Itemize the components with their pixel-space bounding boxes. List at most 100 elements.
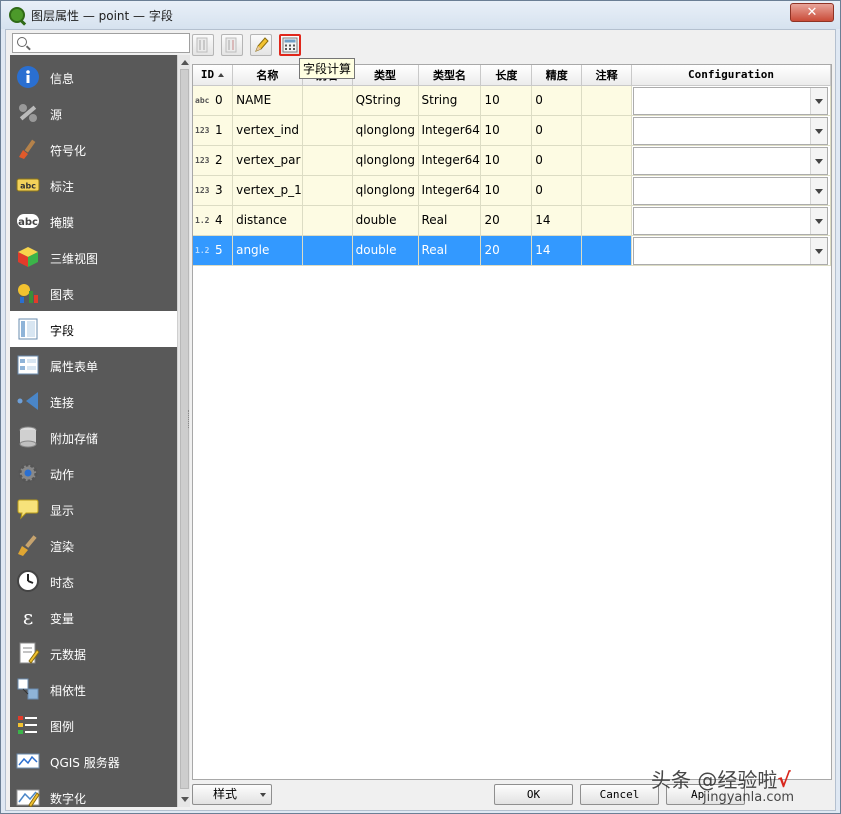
cell-type[interactable]: qlonglong — [352, 115, 419, 146]
cell-length[interactable]: 10 — [480, 145, 533, 176]
sidebar-item-17[interactable]: 相依性 — [10, 671, 177, 707]
sidebar-item-4[interactable]: abc 掩膜 — [10, 203, 177, 239]
cell-comment[interactable] — [581, 235, 633, 266]
cell-comment[interactable] — [581, 145, 633, 176]
cell-length[interactable]: 10 — [480, 175, 533, 206]
search-box[interactable] — [12, 33, 190, 53]
sidebar-item-12[interactable]: 显示 — [10, 491, 177, 527]
cell-alias[interactable] — [302, 85, 353, 116]
style-dropdown-button[interactable]: 样式 — [192, 784, 272, 805]
cell-type-name[interactable]: Integer64 — [418, 145, 482, 176]
cell-length[interactable]: 20 — [480, 205, 533, 236]
id-cell[interactable]: 1.2 5 — [193, 235, 234, 266]
cell-name[interactable]: angle — [232, 235, 303, 266]
sidebar-item-6[interactable]: 图表 — [10, 275, 177, 311]
cell-type-name[interactable]: Integer64 — [418, 115, 482, 146]
cell-type[interactable]: qlonglong — [352, 145, 419, 176]
cell-comment[interactable] — [581, 175, 633, 206]
delete-field-button[interactable] — [221, 34, 243, 56]
sidebar-scrollbar[interactable] — [177, 55, 190, 807]
cell-type[interactable]: QString — [352, 85, 419, 116]
toggle-editing-button[interactable] — [250, 34, 272, 56]
cell-type-name[interactable]: Real — [418, 205, 482, 236]
cell-precision[interactable]: 0 — [531, 175, 583, 206]
sidebar-item-18[interactable]: 图例 — [10, 707, 177, 743]
id-cell[interactable]: abc 0 — [193, 85, 234, 116]
cell-name[interactable]: vertex_ind — [232, 115, 303, 146]
column-header-5[interactable]: 长度 — [480, 65, 533, 86]
search-input[interactable] — [31, 35, 181, 51]
id-cell[interactable]: 123 1 — [193, 115, 234, 146]
sidebar-item-0[interactable]: 信息 — [10, 59, 177, 95]
chevron-down-icon[interactable] — [810, 237, 828, 264]
column-header-0[interactable]: ID — [193, 65, 234, 86]
column-header-1[interactable]: 名称 — [232, 65, 303, 86]
sidebar-item-15[interactable]: ε 变量 — [10, 599, 177, 635]
configuration-dropdown[interactable] — [633, 236, 829, 264]
sidebar-item-7[interactable]: 字段 — [10, 311, 177, 347]
cell-type-name[interactable]: String — [418, 85, 482, 116]
cell-name[interactable]: vertex_par — [232, 145, 303, 176]
scroll-down-icon[interactable] — [181, 797, 189, 802]
cell-length[interactable]: 10 — [480, 115, 533, 146]
sidebar-item-5[interactable]: 三维视图 — [10, 239, 177, 275]
id-cell[interactable]: 1.2 4 — [193, 205, 234, 236]
cell-length[interactable]: 10 — [480, 85, 533, 116]
column-header-3[interactable]: 类型 — [352, 65, 419, 86]
configuration-dropdown[interactable] — [633, 176, 829, 204]
cell-length[interactable]: 20 — [480, 235, 533, 266]
field-calculator-button[interactable] — [279, 34, 301, 56]
sidebar-item-2[interactable]: 符号化 — [10, 131, 177, 167]
cell-precision[interactable]: 14 — [531, 235, 583, 266]
cell-name[interactable]: vertex_p_1 — [232, 175, 303, 206]
cell-type[interactable]: qlonglong — [352, 175, 419, 206]
id-cell[interactable]: 123 3 — [193, 175, 234, 206]
cell-type[interactable]: double — [352, 205, 419, 236]
cell-name[interactable]: NAME — [232, 85, 303, 116]
cell-alias[interactable] — [302, 205, 353, 236]
table-row[interactable]: 123 2 vertex_par qlonglong Integer64 10 0 — [193, 145, 831, 176]
cell-precision[interactable]: 0 — [531, 115, 583, 146]
cell-name[interactable]: distance — [232, 205, 303, 236]
sidebar-item-3[interactable]: abc 标注 — [10, 167, 177, 203]
sidebar-item-16[interactable]: 元数据 — [10, 635, 177, 671]
cell-type[interactable]: double — [352, 235, 419, 266]
column-header-6[interactable]: 精度 — [531, 65, 583, 86]
sidebar-item-1[interactable]: 源 — [10, 95, 177, 131]
chevron-down-icon[interactable] — [810, 117, 828, 144]
cell-precision[interactable]: 0 — [531, 85, 583, 116]
sidebar-item-9[interactable]: 连接 — [10, 383, 177, 419]
cell-precision[interactable]: 0 — [531, 145, 583, 176]
configuration-dropdown[interactable] — [633, 86, 829, 114]
chevron-down-icon[interactable] — [810, 87, 828, 114]
column-header-8[interactable]: Configuration — [631, 65, 831, 86]
cell-comment[interactable] — [581, 205, 633, 236]
new-field-button[interactable] — [192, 34, 214, 56]
cell-comment[interactable] — [581, 115, 633, 146]
chevron-down-icon[interactable] — [810, 147, 828, 174]
table-row[interactable]: 123 1 vertex_ind qlonglong Integer64 10 0 — [193, 115, 831, 146]
cell-type-name[interactable]: Integer64 — [418, 175, 482, 206]
cell-alias[interactable] — [302, 145, 353, 176]
chevron-down-icon[interactable] — [810, 207, 828, 234]
id-cell[interactable]: 123 2 — [193, 145, 234, 176]
cell-type-name[interactable]: Real — [418, 235, 482, 266]
sidebar-item-19[interactable]: QGIS 服务器 — [10, 743, 177, 779]
scroll-up-icon[interactable] — [181, 60, 189, 65]
sidebar-item-10[interactable]: 附加存储 — [10, 419, 177, 455]
column-header-7[interactable]: 注释 — [581, 65, 633, 86]
scrollbar-thumb[interactable] — [180, 69, 189, 789]
cell-comment[interactable] — [581, 85, 633, 116]
panel-splitter[interactable] — [188, 410, 191, 428]
sidebar-item-8[interactable]: 属性表单 — [10, 347, 177, 383]
table-row[interactable]: 1.2 5 angle double Real 20 14 — [193, 235, 831, 266]
configuration-dropdown[interactable] — [633, 206, 829, 234]
sidebar-item-20[interactable]: 数字化 — [10, 779, 177, 807]
close-button[interactable]: ✕ — [790, 3, 834, 22]
configuration-dropdown[interactable] — [633, 116, 829, 144]
ok-button[interactable]: OK — [494, 784, 573, 805]
column-header-4[interactable]: 类型名 — [418, 65, 482, 86]
table-row[interactable]: 1.2 4 distance double Real 20 14 — [193, 205, 831, 236]
sidebar-item-13[interactable]: 渲染 — [10, 527, 177, 563]
table-row[interactable]: 123 3 vertex_p_1 qlonglong Integer64 10 0 — [193, 175, 831, 206]
